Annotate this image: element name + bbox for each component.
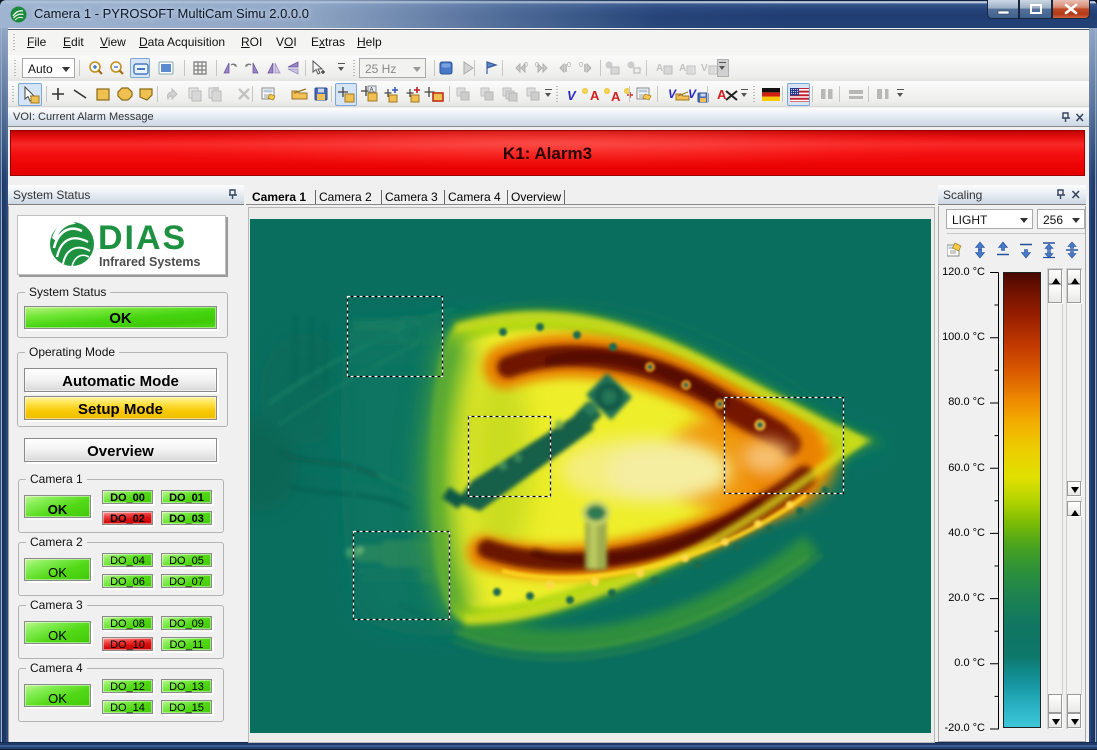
svg-text:A: A [717, 87, 727, 102]
svg-text:Infrared Systems: Infrared Systems [99, 255, 200, 269]
svg-text:0: 0 [567, 62, 571, 69]
svg-text:0: 0 [579, 62, 583, 69]
svg-text:A: A [611, 89, 621, 103]
svg-text:DIAS: DIAS [98, 219, 187, 257]
svg-text:0: 0 [524, 62, 528, 69]
svg-text:A: A [656, 63, 663, 74]
svg-text:V: V [701, 63, 708, 74]
svg-text:V: V [567, 88, 577, 103]
svg-text:V: V [688, 87, 697, 101]
svg-text:A: A [370, 88, 374, 94]
svg-text:A: A [590, 88, 600, 103]
svg-text:0: 0 [535, 62, 539, 69]
svg-text:A: A [679, 63, 686, 74]
